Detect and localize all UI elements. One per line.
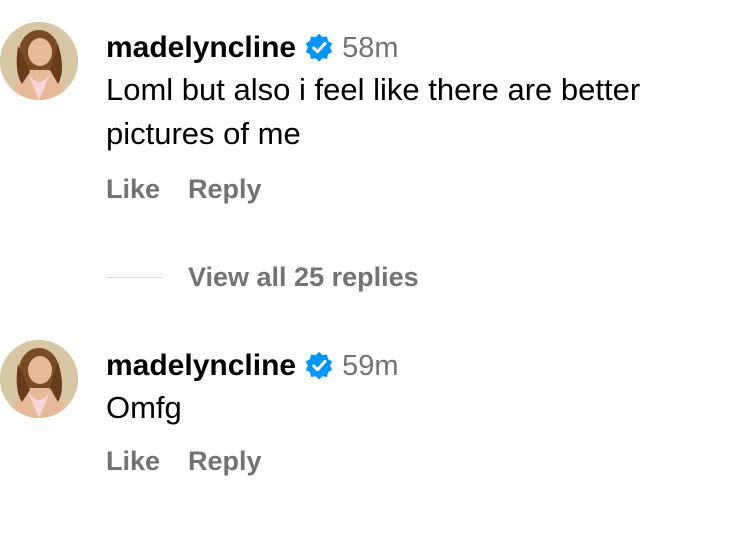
comment-body: madelyncline 59m Omfg Like Reply xyxy=(106,340,726,477)
view-replies-label[interactable]: View all 25 replies xyxy=(188,262,419,293)
verified-badge-icon xyxy=(304,351,334,381)
avatar[interactable] xyxy=(0,22,78,100)
comment-actions: Like Reply xyxy=(106,174,726,205)
comment-text: Omfg xyxy=(106,390,182,425)
comment-actions: Like Reply xyxy=(106,446,726,477)
comment-text: Loml but also i feel like there are bett… xyxy=(106,72,641,151)
view-replies-button[interactable]: View all 25 replies xyxy=(106,262,419,293)
verified-badge-icon xyxy=(304,33,334,63)
username[interactable]: madelyncline xyxy=(106,31,296,65)
comment-body: madelyncline 58m Loml but also i feel li… xyxy=(106,22,726,205)
username[interactable]: madelyncline xyxy=(106,349,296,383)
avatar-image xyxy=(0,22,78,100)
reply-button[interactable]: Reply xyxy=(188,174,262,205)
like-button[interactable]: Like xyxy=(106,446,160,477)
reply-button[interactable]: Reply xyxy=(188,446,262,477)
avatar-image xyxy=(0,340,78,418)
like-button[interactable]: Like xyxy=(106,174,160,205)
timestamp: 58m xyxy=(342,31,399,64)
timestamp: 59m xyxy=(342,349,399,382)
avatar[interactable] xyxy=(0,340,78,418)
comment-header: madelyncline 58m xyxy=(106,24,726,72)
comment-header: madelyncline 59m xyxy=(106,342,726,390)
divider xyxy=(106,277,162,278)
